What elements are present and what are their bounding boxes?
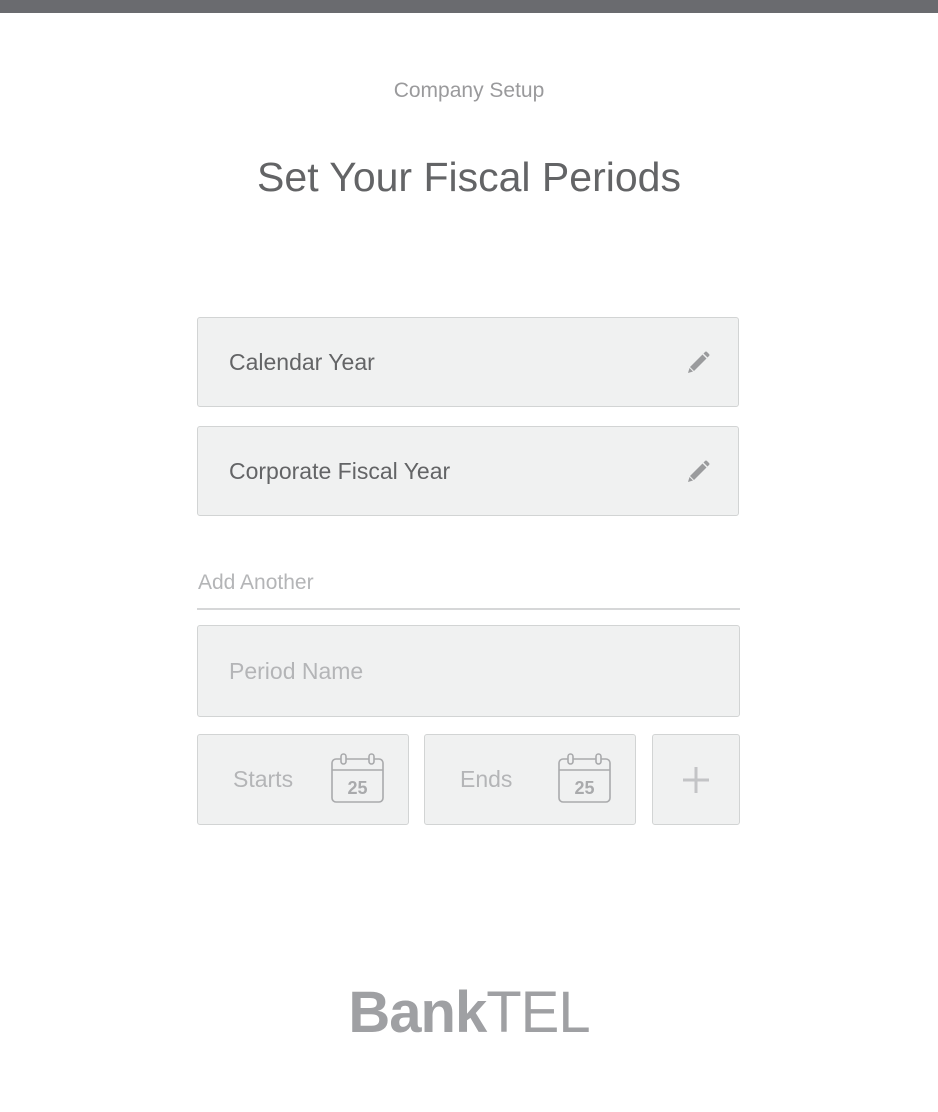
- ends-date-input[interactable]: Ends 25: [424, 734, 636, 825]
- page-title: Set Your Fiscal Periods: [257, 154, 681, 200]
- banktel-logo: BankTEL: [0, 978, 938, 1048]
- page-subtitle: Company Setup: [393, 79, 545, 102]
- period-label: Calendar Year: [229, 349, 375, 375]
- calendar-icon[interactable]: 25: [330, 753, 386, 805]
- logo-tel: TEL: [486, 980, 590, 1045]
- page: Company Setup Set Your Fiscal Periods Ca…: [0, 0, 938, 1112]
- period-name-placeholder: Period Name: [229, 658, 364, 684]
- period-name-input[interactable]: Period Name: [197, 625, 740, 717]
- pencil-icon[interactable]: [684, 457, 712, 485]
- starts-placeholder: Starts: [233, 766, 294, 792]
- plus-icon: [683, 767, 709, 793]
- calendar-day: 25: [574, 778, 594, 798]
- logo-bank: Bank: [348, 980, 487, 1045]
- starts-date-input[interactable]: Starts 25: [197, 734, 409, 825]
- calendar-day: 25: [347, 778, 367, 798]
- calendar-icon[interactable]: 25: [557, 753, 613, 805]
- pencil-icon[interactable]: [684, 348, 712, 376]
- divider: [197, 608, 740, 610]
- period-label: Corporate Fiscal Year: [229, 458, 451, 484]
- period-card-calendar-year[interactable]: Calendar Year: [197, 317, 739, 407]
- ends-placeholder: Ends: [460, 766, 513, 792]
- top-bar: [0, 0, 938, 13]
- period-card-corporate-fiscal-year[interactable]: Corporate Fiscal Year: [197, 426, 739, 516]
- add-another-label: Add Another: [198, 571, 314, 594]
- add-period-button[interactable]: [652, 734, 740, 825]
